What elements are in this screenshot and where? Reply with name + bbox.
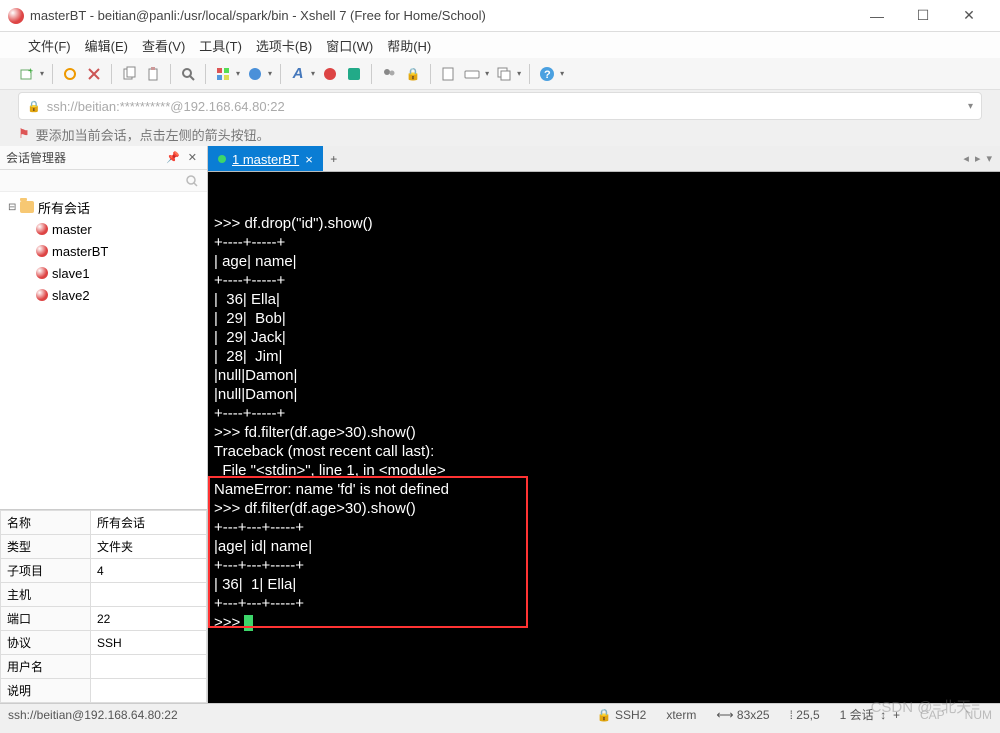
tab-nav-left-icon[interactable]: ◂ — [963, 152, 969, 165]
layout-icon[interactable] — [214, 65, 232, 83]
address-bar[interactable]: 🔒 ssh://beitian:**********@192.168.64.80… — [18, 92, 982, 120]
session-label: slave1 — [52, 266, 90, 281]
search-icon[interactable] — [179, 65, 197, 83]
tab-nav-right-icon[interactable]: ▸ — [975, 152, 981, 165]
disconnect-icon[interactable] — [85, 65, 103, 83]
prop-row: 协议SSH — [1, 631, 207, 655]
lock-small-icon: 🔒 — [27, 100, 41, 113]
sidebar-close-icon[interactable]: ✕ — [188, 151, 197, 164]
tab-label: 1 masterBT — [232, 152, 299, 167]
green-icon[interactable] — [345, 65, 363, 83]
status-size: ⟷ 83x25 — [716, 708, 769, 722]
tab-masterbt[interactable]: 1 masterBT × — [208, 146, 323, 171]
keyboard-icon[interactable] — [463, 65, 481, 83]
close-button[interactable]: ✕ — [946, 1, 992, 31]
session-item[interactable]: slave1 — [0, 262, 207, 284]
prop-row: 主机 — [1, 583, 207, 607]
properties-panel: 名称所有会话 类型文件夹 子项目4 主机 端口22 协议SSH 用户名 说明 — [0, 509, 207, 703]
font-icon[interactable]: A — [289, 65, 307, 83]
tree-root[interactable]: ⊟ 所有会话 — [0, 196, 207, 218]
prop-row: 用户名 — [1, 655, 207, 679]
menubar: 文件(F) 编辑(E) 查看(V) 工具(T) 选项卡(B) 窗口(W) 帮助(… — [0, 32, 1000, 58]
session-label: slave2 — [52, 288, 90, 303]
main-area: 1 masterBT × + ◂ ▸ ▾ >>> df.drop("id").s… — [208, 146, 1000, 703]
tab-bar: 1 masterBT × + ◂ ▸ ▾ — [208, 146, 1000, 172]
tree-root-label: 所有会话 — [38, 198, 90, 217]
pin-icon[interactable]: 📌 — [166, 151, 180, 164]
session-label: masterBT — [52, 244, 108, 259]
session-item[interactable]: slave2 — [0, 284, 207, 306]
svg-text:+: + — [28, 66, 33, 76]
prop-row: 名称所有会话 — [1, 511, 207, 535]
svg-text:?: ? — [544, 69, 551, 81]
statusbar: ssh://beitian@192.168.64.80:22 🔒 SSH2 xt… — [0, 703, 1000, 725]
sidebar-header: 会话管理器 📌 ✕ — [0, 146, 207, 170]
status-term: xterm — [666, 708, 696, 722]
titlebar: masterBT - beitian@panli:/usr/local/spar… — [0, 0, 1000, 32]
copy-icon[interactable] — [120, 65, 138, 83]
tab-close-icon[interactable]: × — [305, 152, 313, 167]
toolbar: +▾ ▾ ▾ A▾ 🔒 ▾ ▾ ?▾ — [0, 58, 1000, 90]
session-icon — [36, 245, 48, 257]
users-icon[interactable] — [380, 65, 398, 83]
swirl-icon[interactable] — [321, 65, 339, 83]
menu-view[interactable]: 查看(V) — [142, 36, 185, 55]
menu-edit[interactable]: 编辑(E) — [85, 36, 128, 55]
status-sessions: 1 会话 ↕ + — [840, 706, 900, 723]
sidebar-title: 会话管理器 — [6, 149, 66, 166]
maximize-button[interactable]: ☐ — [900, 1, 946, 31]
sidebar: 会话管理器 📌 ✕ ⊟ 所有会话 master masterBT slave1 … — [0, 146, 208, 703]
hint-text: 要添加当前会话，点击左侧的箭头按钮。 — [36, 125, 270, 144]
address-dropdown-icon[interactable]: ▾ — [968, 101, 973, 112]
session-item[interactable]: masterBT — [0, 240, 207, 262]
folder-icon — [20, 201, 34, 213]
hint-bar: ⚑ 要添加当前会话，点击左侧的箭头按钮。 — [0, 122, 1000, 146]
minimize-button[interactable]: — — [854, 1, 900, 31]
menu-tabs[interactable]: 选项卡(B) — [256, 36, 312, 55]
session-icon — [36, 289, 48, 301]
menu-tools[interactable]: 工具(T) — [199, 36, 242, 55]
sidebar-search[interactable] — [0, 170, 207, 192]
session-item[interactable]: master — [0, 218, 207, 240]
status-addr: ssh://beitian@192.168.64.80:22 — [8, 708, 178, 722]
globe-icon[interactable] — [246, 65, 264, 83]
prop-row: 端口22 — [1, 607, 207, 631]
session-icon — [36, 267, 48, 279]
prop-row: 说明 — [1, 679, 207, 703]
menu-window[interactable]: 窗口(W) — [326, 36, 373, 55]
address-text: ssh://beitian:**********@192.168.64.80:2… — [47, 99, 285, 114]
overlap-icon[interactable] — [495, 65, 513, 83]
window-controls: — ☐ ✕ — [854, 1, 992, 31]
scroll-icon[interactable] — [439, 65, 457, 83]
menu-help[interactable]: 帮助(H) — [387, 36, 431, 55]
status-num: NUM — [965, 708, 992, 722]
prop-row: 子项目4 — [1, 559, 207, 583]
paste-icon[interactable] — [144, 65, 162, 83]
terminal[interactable]: >>> df.drop("id").show()+----+-----+| ag… — [208, 172, 1000, 703]
reconnect-icon[interactable] — [61, 65, 79, 83]
lock-icon[interactable]: 🔒 — [404, 65, 422, 83]
flag-icon: ⚑ — [18, 126, 30, 142]
help-icon[interactable]: ? — [538, 65, 556, 83]
connected-dot-icon — [218, 155, 226, 163]
collapse-icon[interactable]: ⊟ — [8, 202, 20, 213]
window-title: masterBT - beitian@panli:/usr/local/spar… — [30, 8, 854, 23]
prop-row: 类型文件夹 — [1, 535, 207, 559]
new-tab-button[interactable]: + — [323, 146, 345, 171]
new-session-icon[interactable]: + — [18, 65, 36, 83]
tab-menu-icon[interactable]: ▾ — [986, 152, 992, 165]
menu-file[interactable]: 文件(F) — [28, 36, 71, 55]
session-label: master — [52, 222, 92, 237]
session-tree: ⊟ 所有会话 master masterBT slave1 slave2 — [0, 192, 207, 509]
status-ssh: 🔒 SSH2 — [597, 708, 647, 722]
session-icon — [36, 223, 48, 235]
app-icon — [8, 8, 24, 24]
status-pos: ⁞ 25,5 — [790, 708, 820, 722]
status-cap: CAP — [920, 708, 945, 722]
